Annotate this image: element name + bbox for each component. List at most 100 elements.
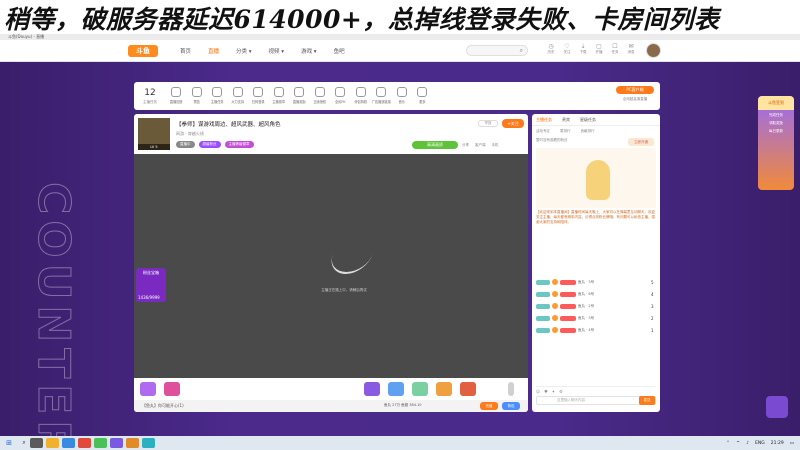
site-logo[interactable]: 斗鱼 xyxy=(128,44,158,57)
message-icon[interactable]: ✉ 消息 xyxy=(626,43,636,55)
feature-pk[interactable]: 全民PK xyxy=(330,87,351,105)
download-icon[interactable]: ⇣ 下载 xyxy=(578,43,588,55)
fan-icon[interactable]: ♥ xyxy=(544,387,548,396)
chat-input-area: ☺ ♥ ✦ ⚙ 这里输入聊天内容 发送 xyxy=(536,386,656,408)
report-button[interactable]: 举报 xyxy=(478,120,498,127)
language-indicator[interactable]: ENG xyxy=(755,441,765,446)
taskbar-app[interactable] xyxy=(126,438,139,448)
nav-game[interactable]: 游戏 ▾ xyxy=(301,47,317,55)
gift-item[interactable] xyxy=(460,382,476,396)
message-count: 5 xyxy=(651,279,654,285)
open-button[interactable]: 立即开通 xyxy=(628,138,654,146)
tray-arrow-icon[interactable]: ⌃ xyxy=(726,441,730,446)
taskbar-app[interactable] xyxy=(94,438,107,448)
support-icon xyxy=(232,87,243,97)
header-icons: ◷ 历史 ♡ 关注 ⇣ 下载 ▢ 开播 ☐ 任务 ✉ 消息 xyxy=(546,43,636,55)
gift-item[interactable] xyxy=(412,382,428,396)
browser-tab-title[interactable]: 斗鱼(Douyu) - 直播 xyxy=(8,34,44,39)
send-button[interactable]: 发送 xyxy=(639,396,655,405)
settings-icon[interactable]: ⚙ xyxy=(559,387,563,396)
windows-start-icon[interactable]: ⊞ xyxy=(0,439,18,447)
message-user[interactable]: 鱼丸 · 6号 xyxy=(578,292,649,297)
tab-streamer-task[interactable]: 主播任务 xyxy=(536,114,552,125)
client-button[interactable]: 客户端 xyxy=(475,143,486,148)
volume-icon[interactable]: ♪ xyxy=(746,441,749,446)
message-user[interactable]: 鱼丸 · 3号 xyxy=(578,280,649,285)
nav-live[interactable]: 直播 xyxy=(208,47,219,55)
task-count-label: 主播任务 xyxy=(143,99,157,104)
chat-banner xyxy=(536,148,656,208)
feature-more[interactable]: 更多 xyxy=(412,87,433,105)
feature-music[interactable]: 音乐 xyxy=(392,87,413,105)
nav-fishbar[interactable]: 鱼吧 xyxy=(334,47,345,55)
gift-item[interactable] xyxy=(164,382,180,396)
quality-selector[interactable]: 高清画质 xyxy=(412,141,458,149)
gift-item[interactable] xyxy=(436,382,452,396)
task-counter[interactable]: 12 主播任务 xyxy=(134,88,166,105)
backpack-button[interactable]: 背包 xyxy=(502,402,520,410)
notification-icon[interactable]: ▭ xyxy=(790,441,794,446)
search-icon[interactable]: ⌕ xyxy=(520,47,523,55)
pk-icon xyxy=(335,87,346,97)
room-category[interactable]: 网游 · 穿越火线 xyxy=(176,131,204,137)
nav-video[interactable]: 视频 ▾ xyxy=(269,47,285,55)
network-icon[interactable]: ⌔ xyxy=(736,440,740,446)
follow-button[interactable]: +关注 xyxy=(502,119,524,128)
gift-item[interactable] xyxy=(364,382,380,396)
feature-preview[interactable]: 预告 xyxy=(187,87,208,105)
task-icon[interactable]: ☐ 任务 xyxy=(610,43,620,55)
chat-tabs: 主播任务 贵宾 星级任务 xyxy=(532,114,660,126)
right-bottom-widget[interactable] xyxy=(766,396,788,418)
history-icon[interactable]: ◷ 历史 xyxy=(546,43,556,55)
recharge-button[interactable]: 充值 xyxy=(480,402,498,410)
feature-medal[interactable]: 主播勋章 xyxy=(269,87,290,105)
mobile-button[interactable]: 手机 xyxy=(492,143,499,148)
taskbar-app[interactable] xyxy=(142,438,155,448)
message-user[interactable]: 鱼丸 · 3号 xyxy=(578,316,649,321)
level-badge xyxy=(536,327,550,333)
fan-box-widget[interactable]: 粉丝宝箱 1436/9999 xyxy=(136,268,166,302)
fan-chip[interactable]: 超级粉丝 xyxy=(198,141,221,148)
chat-input[interactable]: 这里输入聊天内容 发送 xyxy=(536,396,656,405)
right-side-ad[interactable]: 斗鱼签到 完成任务 领取奖励 每日更新 xyxy=(758,96,794,190)
gift-scroll-handle[interactable] xyxy=(508,382,514,396)
gift-icon[interactable]: ✦ xyxy=(552,387,555,396)
video-area[interactable]: 主播正在路上中，请稍后再试 xyxy=(134,154,528,378)
taskbar-app[interactable] xyxy=(62,438,75,448)
clock[interactable]: 21:29 xyxy=(771,441,784,446)
feature-replay[interactable]: 直播回放 xyxy=(166,87,187,105)
taskbar-app[interactable] xyxy=(46,438,59,448)
medal-chip[interactable]: 主播等级徽章 xyxy=(224,141,254,148)
feature-task[interactable]: 主播任务 xyxy=(207,87,228,105)
taskbar-app[interactable] xyxy=(30,438,43,448)
feature-ad[interactable]: 广告播放链接 xyxy=(371,87,392,105)
pc-client-button[interactable]: PC客户端 xyxy=(616,86,654,94)
tab-weekly[interactable]: 周排行 xyxy=(560,126,571,136)
taskbar-app[interactable] xyxy=(110,438,123,448)
emoji-icon[interactable]: ☺ xyxy=(536,387,540,396)
user-avatar[interactable] xyxy=(646,43,661,58)
nav-category[interactable]: 分类 ▾ xyxy=(236,47,252,55)
share-button[interactable]: 分享 xyxy=(462,143,469,148)
gift-item[interactable] xyxy=(388,382,404,396)
search-input[interactable]: ⌕ xyxy=(466,45,528,56)
feature-support[interactable]: 大力支持 xyxy=(228,87,249,105)
feature-partner[interactable]: 伴侣特权 xyxy=(351,87,372,105)
taskbar-app[interactable] xyxy=(78,438,91,448)
message-user[interactable]: 鱼丸 · 2号 xyxy=(578,304,649,309)
nav-home[interactable]: 首页 xyxy=(180,47,191,55)
feature-scan[interactable]: 扫码登录 xyxy=(248,87,269,105)
tab-vip[interactable]: 贵宾 xyxy=(562,114,570,125)
feature-license[interactable]: 正版授权 xyxy=(310,87,331,105)
feature-reward[interactable]: 直播奖励 xyxy=(289,87,310,105)
site-header: 斗鱼 首页 直播 分类 ▾ 视频 ▾ 游戏 ▾ 鱼吧 ⌕ ◷ 历史 ♡ 关注 ⇣ 下载… xyxy=(0,40,800,62)
tab-star-task[interactable]: 星级任务 xyxy=(580,114,596,125)
live-icon[interactable]: ▢ 开播 xyxy=(594,43,604,55)
room-actions: 分享 客户端 手机 xyxy=(462,143,499,148)
tab-contribution[interactable]: 贡献排行 xyxy=(581,126,595,136)
search-icon[interactable]: ⌕ xyxy=(18,439,30,447)
tab-activity[interactable]: 活动专区 xyxy=(536,126,550,136)
follow-icon[interactable]: ♡ 关注 xyxy=(562,43,572,55)
message-user[interactable]: 鱼丸 · 4号 xyxy=(578,328,649,333)
gift-item[interactable] xyxy=(140,382,156,396)
